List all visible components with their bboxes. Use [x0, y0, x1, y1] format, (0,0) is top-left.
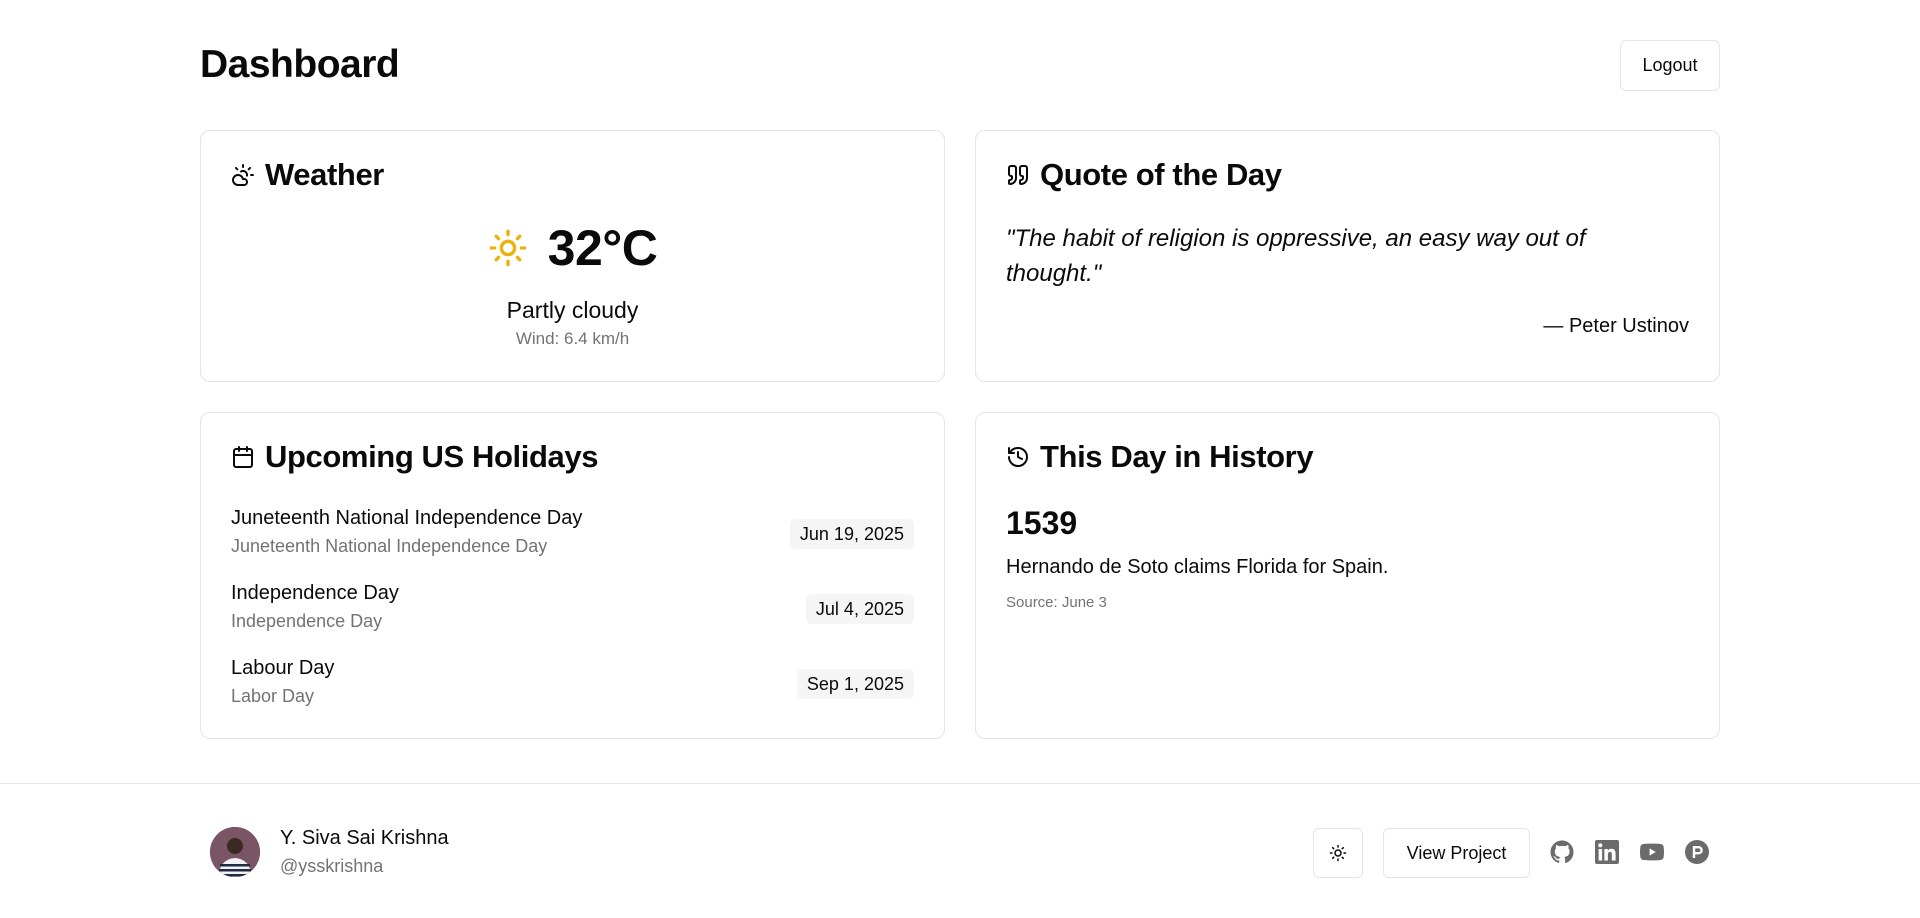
user-handle: @ysskrishna	[280, 856, 384, 876]
holiday-name: Labour Day	[231, 657, 335, 679]
holiday-date-badge: Jul 4, 2025	[805, 594, 914, 624]
weather-title: Weather	[265, 157, 384, 192]
holiday-name: Independence Day	[231, 582, 399, 604]
youtube-icon[interactable]	[1640, 840, 1664, 864]
weather-condition: Partly cloudy	[506, 297, 639, 323]
holidays-title: Upcoming US Holidays	[265, 439, 599, 474]
history-year: 1539	[1006, 505, 1078, 541]
history-event: Hernando de Soto claims Florida for Spai…	[1006, 556, 1389, 578]
holiday-item: Juneteenth National Independence Day Jun…	[231, 507, 914, 563]
history-source: Source: June 3	[1006, 594, 1107, 611]
sun-icon	[1329, 844, 1347, 862]
footer-divider	[0, 783, 1920, 784]
linkedin-icon[interactable]	[1595, 840, 1619, 864]
quote-card: Quote of the Day "The habit of religion …	[975, 130, 1720, 382]
history-icon	[1008, 447, 1028, 467]
calendar-icon	[233, 446, 253, 468]
holiday-date-badge: Sep 1, 2025	[796, 669, 914, 699]
holiday-item: Independence Day Independence Day Jul 4,…	[231, 582, 914, 638]
avatar	[210, 827, 260, 877]
wind-speed: Wind: 6.4 km/h	[515, 329, 630, 348]
holiday-date-badge: Jun 19, 2025	[789, 519, 914, 549]
weather-card: Weather 32°C Partly cloudy Wind: 6.4 km/…	[200, 130, 945, 382]
history-card: This Day in History 1539 Hernando de Sot…	[975, 412, 1720, 739]
logout-button[interactable]: Logout	[1620, 39, 1720, 91]
holidays-card-header: Upcoming US Holidays	[231, 439, 598, 475]
quote-title: Quote of the Day	[1040, 157, 1282, 192]
holiday-local-name: Independence Day	[231, 611, 383, 631]
producthunt-icon[interactable]	[1685, 840, 1709, 864]
holiday-local-name: Juneteenth National Independence Day	[231, 536, 548, 556]
holiday-name: Juneteenth National Independence Day	[231, 507, 583, 529]
header: Dashboard Logout	[200, 38, 1720, 92]
view-project-button[interactable]: View Project	[1383, 828, 1530, 878]
holidays-card: Upcoming US Holidays Juneteenth National…	[200, 412, 945, 739]
cloud-sun-icon	[232, 164, 254, 186]
holiday-local-name: Labor Day	[231, 686, 315, 706]
quote-icon	[1008, 165, 1028, 185]
theme-toggle-button[interactable]	[1313, 828, 1363, 878]
weather-card-header: Weather	[231, 157, 384, 193]
user-name: Y. Siva Sai Krishna	[280, 827, 449, 849]
quote-card-header: Quote of the Day	[1006, 157, 1282, 193]
temperature: 32°C	[547, 220, 658, 276]
weather-main: 32°C	[201, 219, 944, 277]
sun-icon	[489, 229, 526, 267]
github-icon[interactable]	[1550, 840, 1574, 864]
quote-author: — Peter Ustinov	[1543, 315, 1689, 337]
holiday-item: Labour Day Labor Day Sep 1, 2025	[231, 657, 914, 713]
avatar-image	[210, 827, 260, 877]
quote-text: "The habit of religion is oppressive, an…	[1006, 225, 1586, 287]
page-title: Dashboard	[200, 43, 400, 86]
history-card-header: This Day in History	[1006, 439, 1314, 475]
history-title: This Day in History	[1040, 439, 1314, 474]
